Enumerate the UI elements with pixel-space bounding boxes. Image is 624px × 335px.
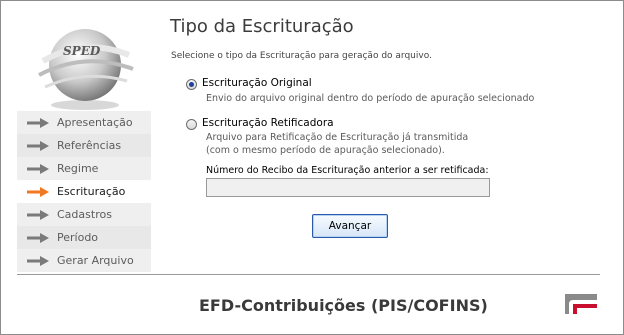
arrow-right-icon [27,209,49,220]
sidebar-item-label: Referências [57,139,122,152]
sidebar-item-6[interactable]: Gerar Arquivo [17,249,151,272]
arrow-right-icon [27,186,49,197]
logo-text: SPED [63,44,101,58]
arrow-right-icon [27,255,49,266]
sidebar-item-4[interactable]: Cadastros [17,203,151,226]
sidebar-item-0[interactable]: Apresentação [17,111,151,134]
sidebar-item-label: Apresentação [57,116,133,129]
option-original-label[interactable]: Escrituração Original [202,77,312,89]
wizard-window: SPED Apresentação Referências Regime Escrit… [0,0,624,335]
next-button[interactable]: Avançar [312,214,388,238]
arrow-right-icon [27,117,49,128]
sidebar-item-label: Cadastros [57,208,112,221]
footer-divider [17,274,600,275]
sidebar-item-5[interactable]: Período [17,226,151,249]
brand-logo-icon [565,294,597,314]
sidebar-item-label: Escrituração [57,185,126,198]
option-retificadora-description-1: Arquivo para Retificação de Escrituração… [206,132,469,143]
sidebar-item-3[interactable]: Escrituração [17,180,151,203]
arrow-right-icon [27,163,49,174]
page-title: Tipo da Escrituração [170,16,354,37]
option-retificadora-description-2: (com o mesmo período de apuração selecio… [206,145,445,156]
footer-title: EFD-Contribuições (PIS/COFINS) [199,296,488,315]
sped-logo: SPED [38,29,134,110]
sidebar-item-1[interactable]: Referências [17,134,151,157]
option-retificadora-label[interactable]: Escrituração Retificadora [202,117,334,129]
arrow-right-icon [27,140,49,151]
receipt-number-label: Número do Recibo da Escrituração anterio… [206,165,489,176]
sidebar-item-label: Período [57,231,99,244]
sidebar-item-label: Regime [57,162,99,175]
receipt-number-field[interactable] [206,178,490,197]
sidebar-item-2[interactable]: Regime [17,157,151,180]
sidebar-nav: Apresentação Referências Regime Escrituraçã… [17,111,151,272]
page-subtitle: Selecione o tipo da Escrituração para ge… [171,51,432,61]
option-original-description: Envio do arquivo original dentro do perí… [206,93,535,104]
sidebar-item-label: Gerar Arquivo [57,254,134,267]
radio-retificadora[interactable] [186,119,197,130]
arrow-right-icon [27,232,49,243]
radio-original[interactable] [186,79,197,90]
